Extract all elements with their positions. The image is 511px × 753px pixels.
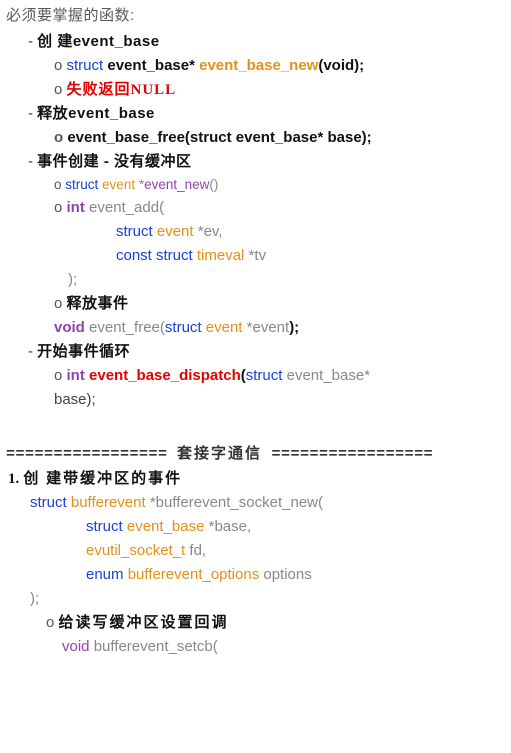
note-line: 失败返回NULL [54, 78, 505, 102]
code-line: void event_free(struct event *event); [54, 316, 505, 340]
kw-void: void [62, 638, 90, 655]
red-note: 失败返回NULL [67, 82, 177, 98]
open-paren: ( [159, 199, 164, 216]
type: event [206, 319, 247, 336]
code-line: struct bufferevent *bufferevent_socket_n… [8, 491, 505, 515]
kw-struct: struct [116, 223, 153, 240]
item-free-base: 释放event_base event_base_free(struct even… [28, 102, 505, 150]
rest: *base, [209, 518, 252, 535]
close: ); [289, 319, 299, 336]
code-line-2: base); [54, 388, 505, 412]
args: (void); [318, 57, 364, 74]
arg-line: evutil_socket_t fd, [8, 539, 505, 563]
type: event_base [127, 518, 209, 535]
open-paren: ( [318, 494, 323, 511]
kw-const: const struct [116, 247, 193, 264]
type: event [102, 177, 139, 192]
paren: () [209, 177, 218, 192]
kw-int: int [67, 367, 85, 384]
fn-name: event_base_new [199, 57, 318, 74]
item-bufferevent: 1. 创 建带缓冲区的事件 struct bufferevent *buffer… [8, 467, 505, 659]
rest: *event [247, 319, 290, 336]
code-line: int event_base_dispatch(struct event_bas… [54, 364, 505, 412]
sub-heading: 释放事件 void event_free(struct event *event… [54, 292, 505, 340]
item-label: 开始事件循环 [37, 343, 130, 360]
item-event-loop: 开始事件循环 int event_base_dispatch(struct ev… [28, 340, 505, 412]
code-line: event_base_free(struct event_base* base)… [54, 126, 505, 150]
arg-line: struct event_base *base, [8, 515, 505, 539]
type: event_base* [107, 57, 199, 74]
item-event-create: 事件创建 - 没有缓冲区 struct event *event_new() i… [28, 150, 505, 340]
close-paren: ); [54, 268, 505, 292]
eq-right: ================= [262, 446, 433, 463]
code-line: struct event_base* event_base_new(void); [54, 54, 505, 78]
type: event [157, 223, 198, 240]
code-line: int event_add( struct event *ev, const s… [54, 196, 505, 292]
kw-struct: struct [246, 367, 283, 384]
kw-struct: struct [30, 494, 67, 511]
num-marker: 1. [8, 471, 19, 487]
type: bufferevent [71, 494, 150, 511]
code-line: void bufferevent_setcb( [46, 635, 505, 659]
arg-line: const struct timeval *tv [54, 244, 505, 268]
kw-struct: struct [67, 57, 104, 74]
kw-struct: struct [86, 518, 123, 535]
arg-line: struct event *ev, [54, 220, 505, 244]
item-label: 创 建event_base [37, 33, 159, 50]
section-heading: 必须要掌握的函数: [6, 4, 505, 28]
fn-name: event_free [89, 319, 160, 336]
rest: *tv [249, 247, 267, 264]
fn-name: bufferevent_socket_new [156, 494, 318, 511]
fn-name: event_add [89, 199, 159, 216]
open-paren: ( [213, 638, 218, 655]
kw-struct: struct [65, 177, 98, 192]
fn-name: event_base_free [67, 129, 185, 146]
code-line: struct event *event_new() [54, 174, 505, 196]
args: (struct event_base* base); [185, 129, 372, 146]
fn-name: event_base_dispatch [89, 367, 241, 384]
label: 释放事件 [67, 295, 129, 312]
rest: event_base* [287, 367, 370, 384]
arg-line: enum bufferevent_options options [8, 563, 505, 587]
rest: *ev, [198, 223, 223, 240]
sub-heading: 给读写缓冲区设置回调 void bufferevent_setcb( [46, 611, 505, 659]
rest: options [263, 566, 311, 583]
fn-name: bufferevent_setcb [94, 638, 213, 655]
item-label: 释放event_base [37, 105, 155, 122]
divider-title: 套接字通信 [177, 446, 262, 462]
rest: fd, [189, 542, 206, 559]
item-label: 事件创建 - 没有缓冲区 [37, 153, 191, 170]
kw-struct: struct [165, 319, 202, 336]
kw-int: int [67, 199, 85, 216]
type: timeval [197, 247, 249, 264]
label: 给读写缓冲区设置回调 [59, 615, 229, 631]
type: bufferevent_options [128, 566, 264, 583]
divider-line: ================= 套接字通信 ================… [6, 442, 505, 467]
eq-left: ================= [6, 446, 177, 463]
fn-name: event_new [144, 177, 209, 192]
item-create-base: 创 建event_base struct event_base* event_b… [28, 30, 505, 102]
kw-void: void [54, 319, 85, 336]
kw-enum: enum [86, 566, 124, 583]
item-label: 创 建带缓冲区的事件 [23, 471, 182, 487]
close-paren: ); [8, 587, 505, 611]
fn-name: evutil_socket_t [86, 542, 185, 559]
